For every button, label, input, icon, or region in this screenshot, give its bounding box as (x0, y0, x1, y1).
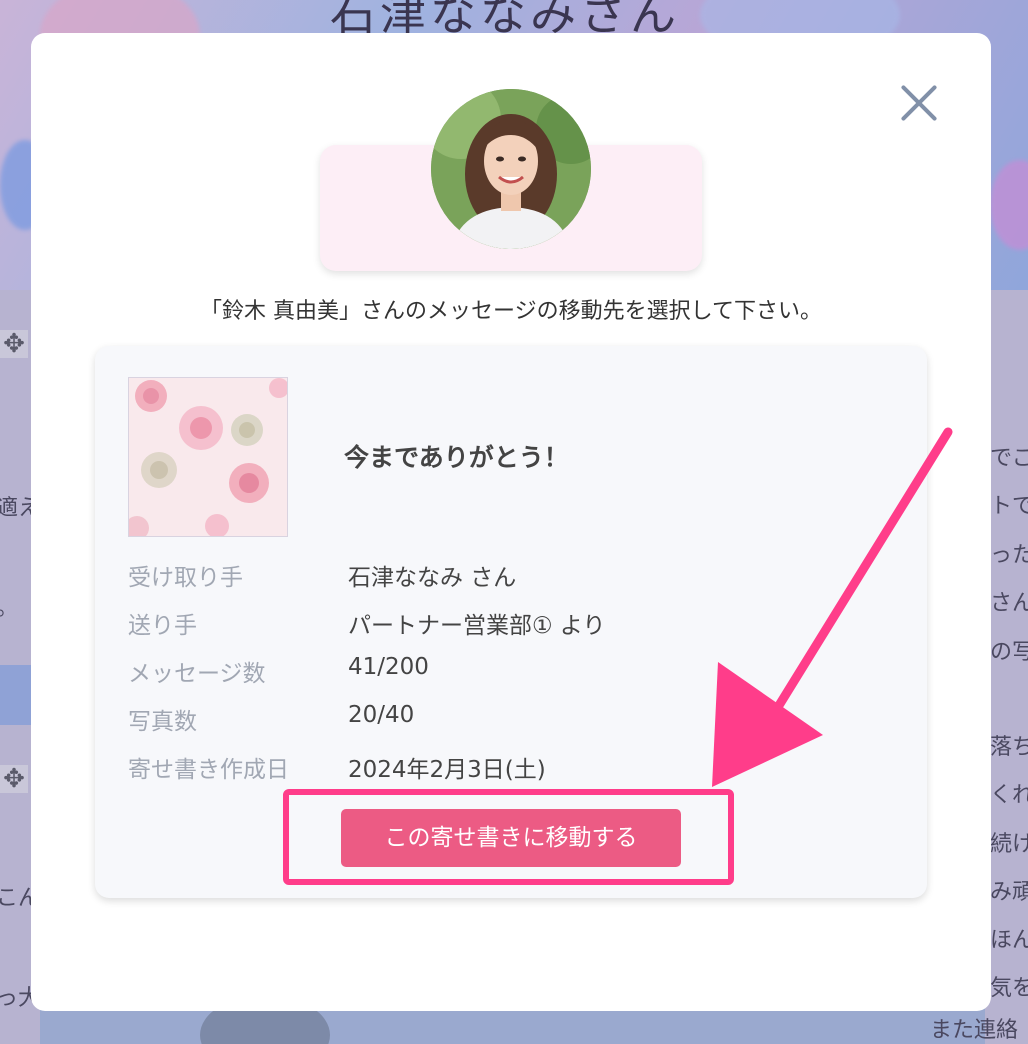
background-text: 続け (990, 832, 1028, 857)
close-icon[interactable] (897, 81, 941, 125)
sender-value: パートナー営業部① より (348, 613, 606, 639)
board-thumbnail (128, 377, 288, 537)
move-handle-icon: ✥ (0, 765, 28, 793)
background-text: 。 (0, 590, 18, 622)
recipient-value: 石津ななみ さん (348, 565, 517, 591)
background-text: ほん (990, 928, 1028, 953)
background-text: くれ (990, 783, 1028, 808)
board-title: 今までありがとう！ (344, 443, 569, 472)
background-text: さん (990, 591, 1028, 616)
background-text: また連絡 (930, 1018, 1019, 1043)
message-count-value: 41/200 (348, 654, 429, 680)
background-text: った (990, 543, 1028, 568)
background-text: 落ち (990, 735, 1028, 760)
background-text: 気を (990, 976, 1028, 1001)
avatar (431, 89, 591, 249)
created-date-value: 2024年2月3日(土) (348, 757, 546, 783)
background-text: の写 (990, 640, 1028, 665)
photo-count-value: 20/40 (348, 702, 415, 728)
background-text: でご (990, 446, 1028, 471)
background-text: み頑 (990, 880, 1028, 905)
message-count-label: メッセージ数 (128, 661, 266, 687)
sender-label: 送り手 (128, 613, 197, 639)
instruction-text: 「鈴木 真由美」さんのメッセージの移動先を選択して下さい。 (200, 299, 822, 324)
photo-count-label: 写真数 (128, 709, 197, 735)
move-handle-icon: ✥ (0, 330, 28, 358)
recipient-label: 受け取り手 (128, 565, 243, 591)
annotation-highlight-box (283, 789, 734, 885)
background-text: トで (990, 494, 1028, 519)
created-date-label: 寄せ書き作成日 (128, 757, 289, 783)
